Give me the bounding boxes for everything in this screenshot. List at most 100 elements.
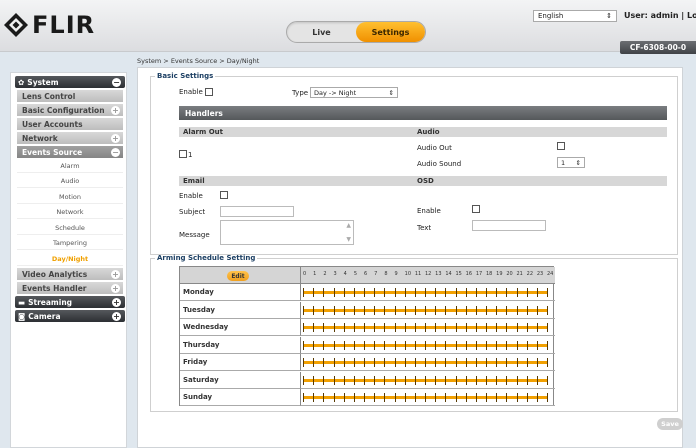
expand-icon[interactable]: + [111,269,120,279]
expand-icon[interactable]: + [111,133,120,143]
sidebar-item-basic-configuration[interactable]: Basic Configuration + [17,104,123,116]
schedule-tick [323,393,325,402]
schedule-day-label: Tuesday [180,302,300,319]
hour-label: 0 [303,271,307,277]
schedule-day-bar[interactable] [300,389,555,406]
schedule-tick [435,288,437,297]
schedule-tick [465,305,467,315]
schedule-tick [374,393,376,402]
logo-text: FLIR [32,11,96,39]
settings-tab[interactable]: Settings [356,22,425,42]
schedule-tick [323,305,325,315]
scroll-up-icon[interactable]: ▲ [346,222,351,229]
schedule-tick [455,305,457,315]
schedule-tick [303,288,304,297]
edit-button[interactable]: Edit [227,271,249,281]
osd-enable-checkbox[interactable] [472,205,480,213]
osd-text-input[interactable] [472,220,546,231]
schedule-tick [526,393,528,402]
expand-icon[interactable]: + [111,105,120,115]
sidebar-subitem-network[interactable]: Network [17,205,123,219]
schedule-tick [536,305,538,315]
schedule-day-bar[interactable] [300,354,555,371]
schedule-tick [536,393,538,402]
sidebar-item-network[interactable]: Network + [17,132,123,144]
sidebar-item-events-handler[interactable]: Events Handler + [17,282,123,294]
schedule-tick [516,393,518,402]
save-button[interactable]: Save [657,418,683,430]
message-textarea[interactable]: ▲ ▼ [220,220,354,245]
audio-out-checkbox[interactable] [557,142,565,150]
sidebar: ✿ System − Lens Control Basic Configurat… [10,72,127,448]
schedule-day-bar[interactable] [300,319,555,336]
schedule-tick [435,393,437,402]
sidebar-item-user-accounts[interactable]: User Accounts [17,118,123,130]
schedule-tick [465,393,467,402]
email-enable-checkbox[interactable] [220,191,228,199]
schedule-tick [445,323,447,332]
scroll-down-icon[interactable]: ▼ [346,236,351,243]
sidebar-section-label: Camera [28,311,61,321]
schedule-tick [353,358,355,367]
schedule-tick [364,375,365,385]
schedule-tick [516,288,518,297]
hour-label: 3 [333,271,337,277]
sidebar-section-camera[interactable]: ◙ Camera + [15,310,125,322]
subject-input[interactable] [220,206,294,217]
audio-sound-select[interactable]: 1 ⇕ [557,157,585,168]
expand-icon[interactable]: + [111,283,120,293]
schedule-tick [313,305,315,315]
schedule-tick [465,375,467,385]
email-enable-label: Enable [179,192,203,200]
schedule-tick [323,375,325,385]
alarm-out-1-checkbox[interactable] [179,150,187,158]
schedule-tick [404,375,406,385]
collapse-icon[interactable]: − [111,147,120,157]
schedule-day-bar[interactable] [300,336,555,354]
sidebar-section-streaming[interactable]: ▬ Streaming + [15,296,125,308]
schedule-tick [343,323,345,332]
schedule-tick [364,305,365,315]
schedule-day-bar[interactable] [300,284,555,301]
audio-out-label: Audio Out [417,144,452,152]
sidebar-subitem-tampering[interactable]: Tampering [17,236,123,250]
expand-icon[interactable]: + [112,311,121,321]
enable-checkbox[interactable] [205,88,213,96]
schedule-tick [547,288,548,297]
schedule-tick [343,288,345,297]
schedule-tick [496,288,498,297]
schedule-tick [445,358,447,367]
sidebar-item-events-source[interactable]: Events Source − [17,146,123,158]
schedule-day-bar[interactable] [300,371,555,389]
schedule-tick [333,375,335,385]
live-tab[interactable]: Live [287,22,356,42]
sidebar-subitem-alarm[interactable]: Alarm [17,159,123,173]
flir-diamond-icon [4,13,28,37]
schedule-tick [526,323,528,332]
hour-label: 10 [404,271,412,277]
schedule-tick [414,393,416,402]
sidebar-item-lens-control[interactable]: Lens Control [17,90,123,102]
schedule-tick [414,375,416,385]
language-select[interactable]: English ⇕ [533,10,617,22]
hour-label: 15 [455,271,462,277]
sidebar-item-label: Events Handler [22,283,87,293]
sidebar-section-system[interactable]: ✿ System − [15,76,125,88]
schedule-tick [475,358,477,367]
expand-icon[interactable]: + [112,297,121,307]
hour-label: 13 [435,271,442,277]
schedule-tick [394,393,396,402]
sidebar-subitem-schedule[interactable]: Schedule [17,221,123,235]
schedule-tick [526,305,528,315]
user-status[interactable]: User: admin | Logou [624,11,696,20]
collapse-icon[interactable]: − [112,77,121,87]
camera-model: CF-6308-00-0 [620,41,696,54]
schedule-tick [435,375,437,385]
type-select[interactable]: Day -> Night ⇕ [310,87,398,98]
sidebar-item-video-analytics[interactable]: Video Analytics + [17,268,123,280]
schedule-tick [343,340,345,350]
sidebar-subitem-motion[interactable]: Motion [17,190,123,204]
sidebar-subitem-day-night[interactable]: Day/Night [17,252,123,266]
sidebar-subitem-audio[interactable]: Audio [17,174,123,188]
schedule-day-bar[interactable] [300,301,555,319]
